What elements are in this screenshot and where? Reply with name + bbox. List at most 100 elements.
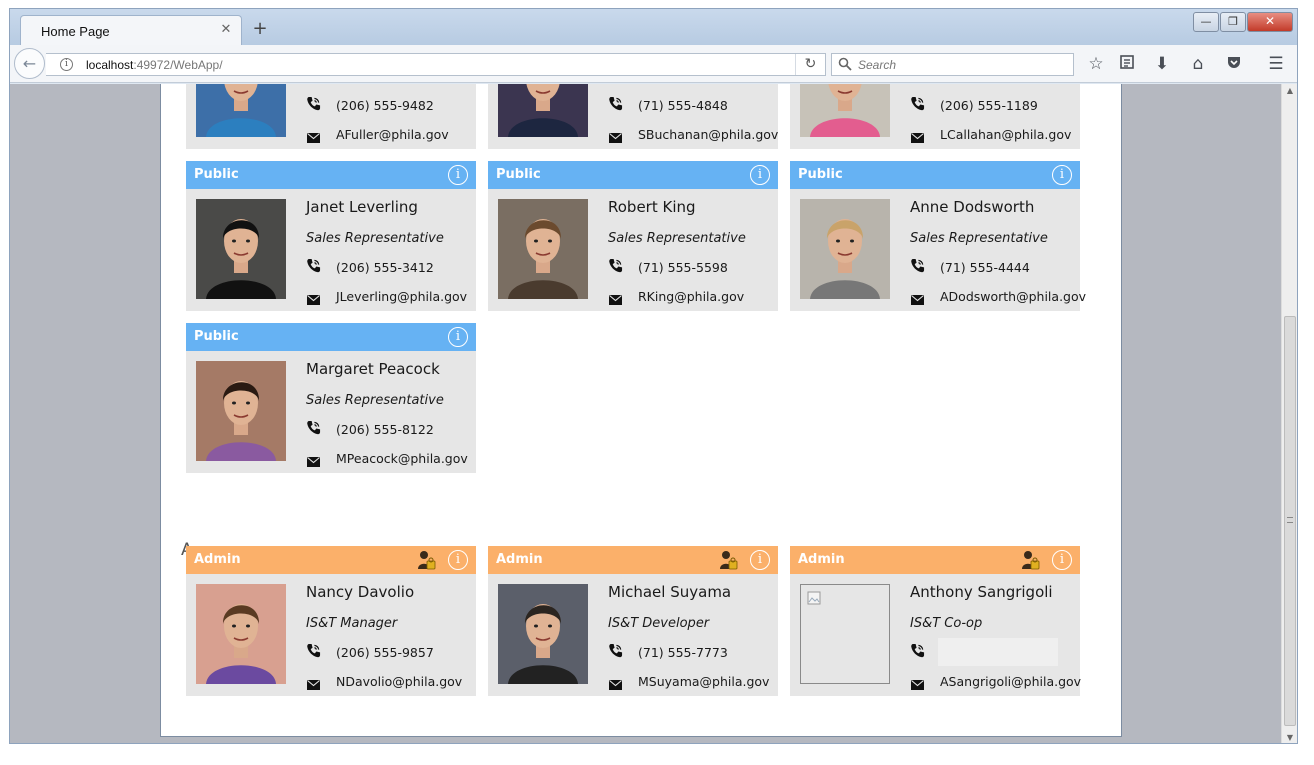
employee-name: Anne Dodsworth — [910, 198, 1035, 216]
info-circle-icon[interactable]: i — [448, 327, 468, 347]
employee-email[interactable]: LCallahan@phila.gov — [940, 127, 1071, 142]
phone-icon — [306, 420, 321, 435]
role-label: Public — [798, 167, 843, 182]
employee-title: Sales Representative — [306, 231, 444, 246]
page-content: iVice President, Sales(206) 555-9482AFul… — [160, 84, 1122, 737]
employee-name: Michael Suyama — [608, 583, 732, 601]
scroll-up-icon[interactable]: ▲ — [1282, 84, 1297, 98]
role-label: Public — [496, 167, 541, 182]
role-label: Admin — [194, 552, 241, 567]
employee-email[interactable]: MSuyama@phila.gov — [638, 674, 769, 689]
employee-photo — [498, 199, 588, 299]
employee-photo — [196, 361, 286, 461]
employee-name: Robert King — [608, 198, 696, 216]
employee-email[interactable]: SBuchanan@phila.gov — [638, 127, 778, 142]
url-path: :49972/WebApp/ — [133, 58, 223, 72]
pocket-shield-icon — [1228, 57, 1240, 68]
maximize-button[interactable]: ❐ — [1220, 12, 1246, 32]
employee-title: IS&T Developer — [608, 616, 710, 631]
scrollbar-thumb[interactable] — [1284, 316, 1296, 726]
tab-close-icon[interactable]: ✕ — [217, 21, 235, 39]
close-window-button[interactable]: ✕ — [1247, 12, 1293, 32]
new-tab-button[interactable]: + — [250, 20, 270, 40]
home-icon[interactable]: ⌂ — [1187, 54, 1209, 74]
info-circle-icon[interactable]: i — [448, 165, 468, 185]
page-viewport: iVice President, Sales(206) 555-9482AFul… — [10, 84, 1281, 743]
navigation-toolbar: ← i localhost:49972/WebApp/ ↻ ☆ ⬇ ⌂ ☰ — [10, 45, 1297, 83]
employee-phone[interactable]: (206) 555-8122 — [336, 422, 434, 437]
employee-email[interactable]: ADodsworth@phila.gov — [940, 289, 1086, 304]
pocket-icon[interactable] — [1223, 54, 1245, 74]
employee-phone[interactable]: (71) 555-5598 — [638, 260, 728, 275]
envelope-icon — [911, 675, 924, 690]
menu-icon[interactable]: ☰ — [1265, 54, 1287, 74]
employee-card: Admin i Nancy Davolio IS&T Manager (206) 555… — [186, 546, 476, 696]
employee-email[interactable]: AFuller@phila.gov — [336, 127, 449, 142]
admin-user-icon[interactable] — [1020, 549, 1040, 571]
role-label: Admin — [798, 552, 845, 567]
employee-photo — [498, 584, 588, 684]
employee-phone[interactable]: (206) 555-9857 — [336, 645, 434, 660]
tab-home-page[interactable]: Home Page ✕ — [20, 15, 242, 46]
employee-email[interactable]: JLeverling@phila.gov — [336, 289, 467, 304]
search-input[interactable] — [856, 55, 1066, 74]
info-circle-icon[interactable]: i — [750, 550, 770, 570]
employee-phone[interactable]: (71) 555-7773 — [638, 645, 728, 660]
site-info-icon[interactable]: i — [60, 58, 73, 71]
admin-card-header: Admin i — [186, 546, 476, 574]
url-bar[interactable]: i localhost:49972/WebApp/ ↻ — [46, 53, 826, 76]
envelope-icon — [307, 452, 320, 467]
phone-icon — [910, 643, 925, 658]
reload-icon[interactable]: ↻ — [795, 54, 825, 75]
public-card-header: Public i — [186, 161, 476, 189]
scroll-down-icon[interactable]: ▼ — [1282, 731, 1297, 743]
info-circle-icon[interactable]: i — [750, 165, 770, 185]
phone-icon — [306, 96, 321, 111]
employee-photo — [196, 199, 286, 299]
vertical-scrollbar[interactable]: ▲ ▼ — [1281, 84, 1297, 743]
search-bar[interactable] — [831, 53, 1074, 76]
employee-name: Janet Leverling — [306, 198, 418, 216]
employee-photo — [800, 584, 890, 684]
envelope-icon — [307, 290, 320, 305]
phone-icon — [910, 258, 925, 273]
phone-icon — [306, 258, 321, 273]
employee-title: Sales Representative — [608, 231, 746, 246]
employee-email[interactable]: RKing@phila.gov — [638, 289, 744, 304]
reading-list-icon[interactable] — [1116, 54, 1138, 74]
phone-icon — [608, 96, 623, 111]
employee-phone[interactable]: (206) 555-3412 — [336, 260, 434, 275]
employee-phone[interactable]: (71) 555-4444 — [940, 260, 1030, 275]
employee-email[interactable]: ASangrigoli@phila.gov — [940, 674, 1081, 689]
public-card-header: Public i — [790, 161, 1080, 189]
employee-title: Sales Representative — [910, 231, 1048, 246]
employee-photo — [800, 199, 890, 299]
employee-title: Sales Representative — [306, 393, 444, 408]
employee-email[interactable]: MPeacock@phila.gov — [336, 451, 468, 466]
phone-icon — [608, 643, 623, 658]
employee-phone[interactable]: (71) 555-4848 — [638, 98, 728, 113]
admin-user-icon[interactable] — [718, 549, 738, 571]
employee-email[interactable]: NDavolio@phila.gov — [336, 674, 462, 689]
back-button[interactable]: ← — [14, 48, 45, 79]
admin-user-icon[interactable] — [416, 549, 436, 571]
employee-phone[interactable]: (206) 555-1189 — [940, 98, 1038, 113]
employee-title: IS&T Co-op — [910, 616, 983, 631]
info-circle-icon[interactable]: i — [448, 550, 468, 570]
info-circle-icon[interactable]: i — [1052, 165, 1072, 185]
envelope-icon — [307, 675, 320, 690]
envelope-icon — [609, 290, 622, 305]
minimize-button[interactable]: — — [1193, 12, 1219, 32]
phone-icon — [910, 96, 925, 111]
employee-phone[interactable]: (206) 555-9482 — [336, 98, 434, 113]
employee-card: iInside Sales Coordinator(206) 555-1189L… — [790, 84, 1080, 149]
employee-card: iVice President, Sales(206) 555-9482AFul… — [186, 84, 476, 149]
info-circle-icon[interactable]: i — [1052, 550, 1072, 570]
employee-photo — [800, 84, 890, 137]
bookmark-star-icon[interactable]: ☆ — [1085, 54, 1107, 74]
url-text[interactable]: localhost:49972/WebApp/ — [86, 58, 223, 72]
admin-card-header: Admin i — [790, 546, 1080, 574]
role-label: Public — [194, 167, 239, 182]
download-icon[interactable]: ⬇ — [1151, 54, 1173, 74]
phone-placeholder — [938, 638, 1058, 666]
